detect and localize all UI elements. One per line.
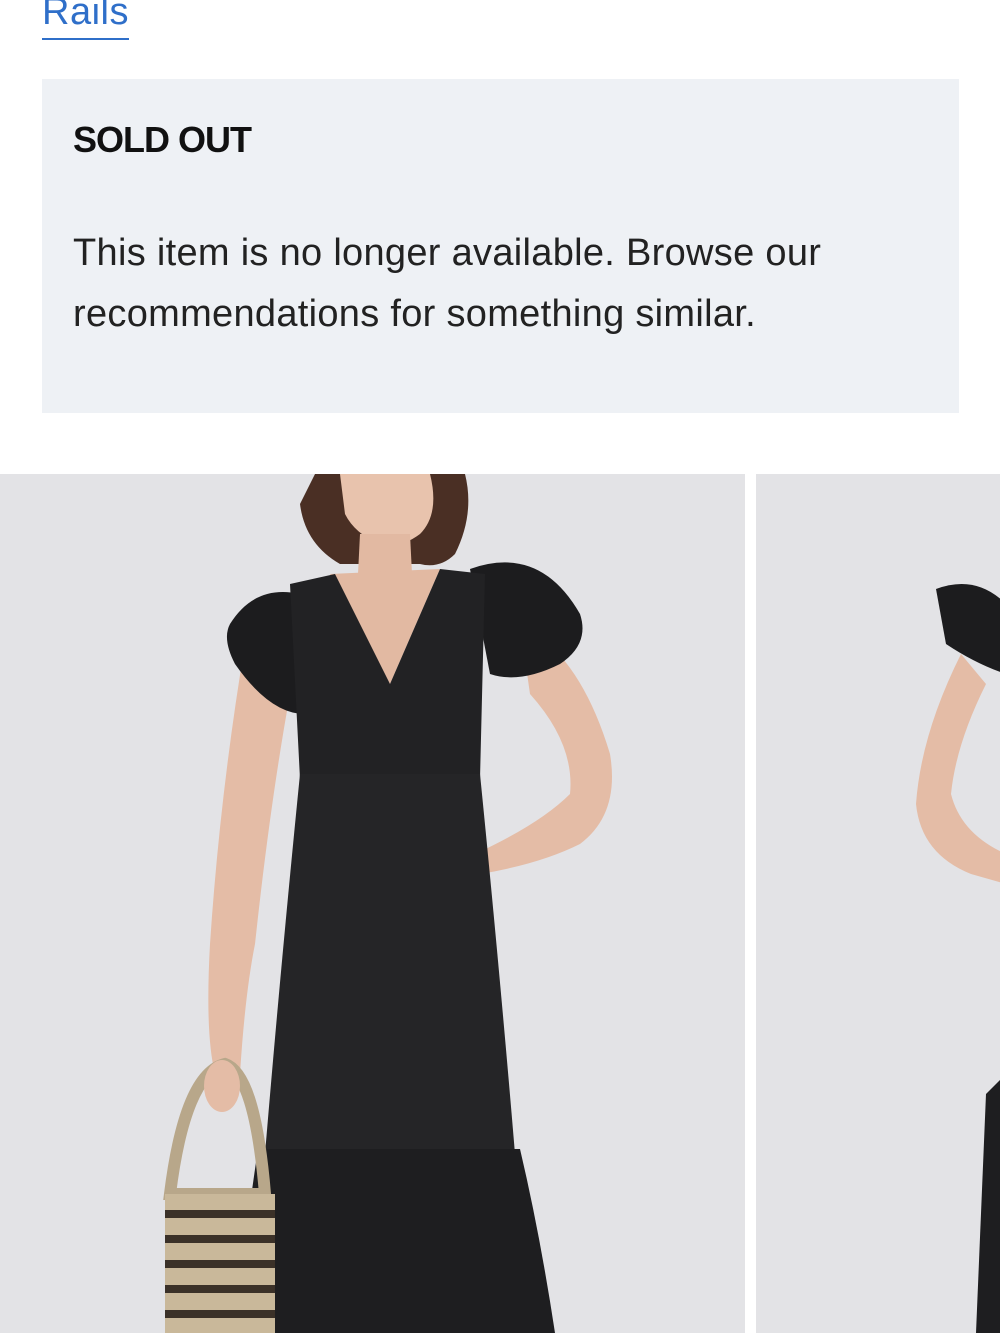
brand-link[interactable]: Rails	[42, 0, 129, 40]
dress-photo-illustration	[756, 474, 1000, 1333]
sold-out-message: This item is no longer available. Browse…	[73, 232, 822, 335]
product-image-primary[interactable]	[0, 474, 745, 1333]
product-image-gallery[interactable]	[0, 474, 1000, 1333]
sold-out-notice: SOLD OUT This item is no longer availabl…	[42, 79, 959, 413]
sold-out-title: SOLD OUT	[73, 119, 252, 160]
product-image-secondary[interactable]	[756, 474, 1000, 1333]
dress-photo-illustration	[0, 474, 745, 1333]
